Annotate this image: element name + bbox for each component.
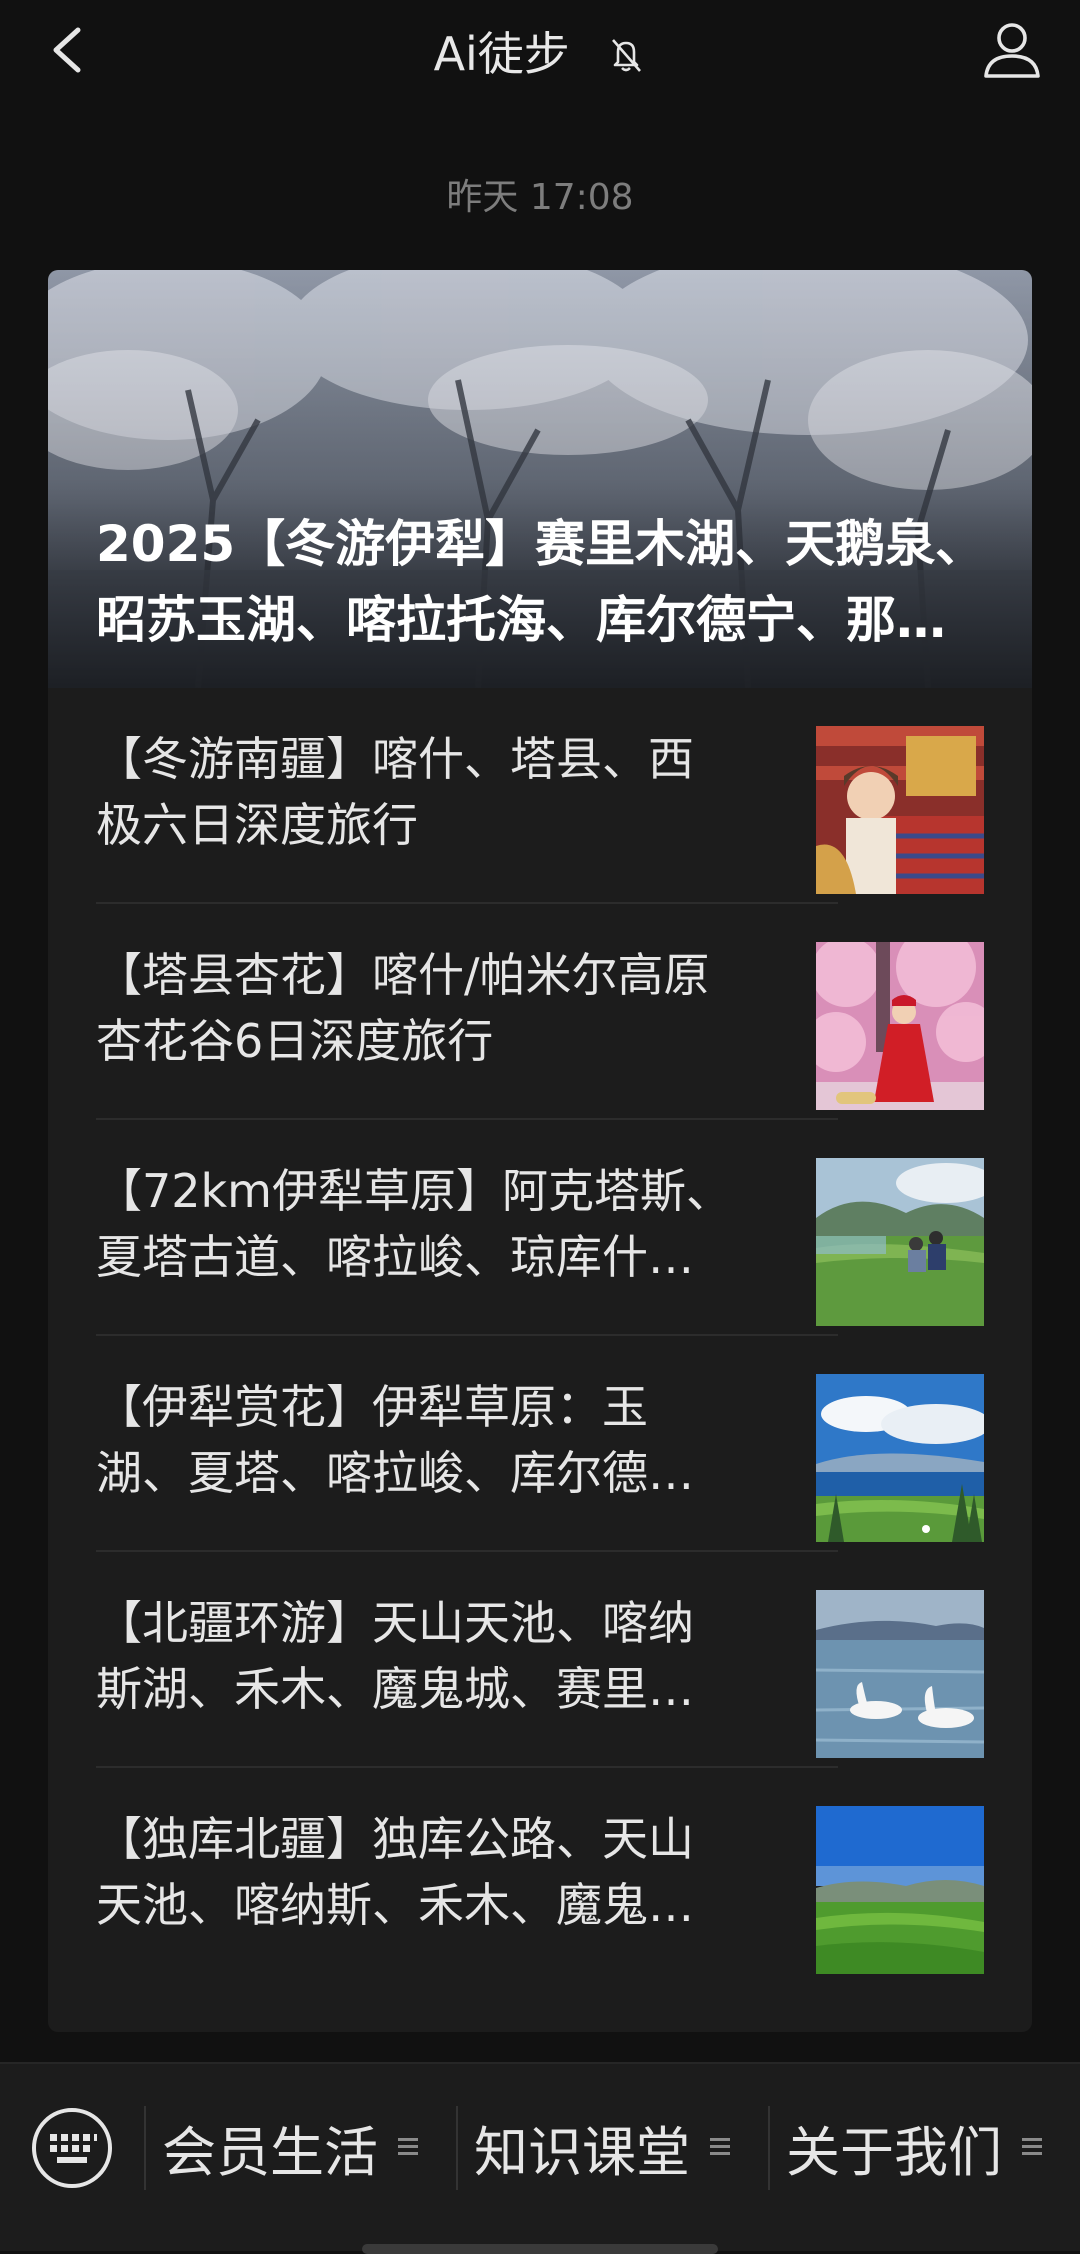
menu-separator [144, 2106, 146, 2190]
article-item-title[interactable]: 【塔县杏花】喀什/帕米尔高原杏花谷6日深度旅行 [96, 942, 736, 1074]
article-item-title[interactable]: 【72km伊犁草原】阿克塔斯、夏塔古道、喀拉峻、琼库什台等地徒步 [96, 1158, 736, 1290]
chat-title-wrap: Ai徒步 [0, 18, 1080, 84]
uyghur-girl-photo [816, 726, 984, 894]
menu-label[interactable]: 关于我们 [786, 2108, 1002, 2187]
profile-icon[interactable] [980, 18, 1044, 82]
menu-about-us[interactable]: 关于我们 [768, 2088, 1042, 2206]
article-item-title[interactable]: 【伊犁赏花】伊犁草原：玉湖、夏塔、喀拉峻、库尔德宁、那拉提 [96, 1374, 736, 1506]
article-list-item[interactable]: 【72km伊犁草原】阿克塔斯、夏塔古道、喀拉峻、琼库什台等地徒步 [48, 1120, 1032, 1336]
menu-separator [456, 2106, 458, 2190]
article-list-item[interactable]: 【冬游南疆】喀什、塔县、西极六日深度旅行 [48, 688, 1032, 904]
article-list-item[interactable]: 【独库北疆】独库公路、天山天池、喀纳斯、禾木、魔鬼城、赛里木湖 [48, 1768, 1032, 1984]
apricot-blossom-photo [816, 942, 984, 1110]
article-item-title[interactable]: 【独库北疆】独库公路、天山天池、喀纳斯、禾木、魔鬼城、赛里木湖 [96, 1806, 736, 1938]
home-indicator[interactable] [362, 2244, 718, 2254]
swans-lake-photo [816, 1590, 984, 1758]
article-list-item[interactable]: 【北疆环游】天山天池、喀纳斯湖、禾木、魔鬼城、赛里木湖 [48, 1552, 1032, 1768]
submenu-icon [1022, 2138, 1042, 2155]
article-list-item[interactable]: 【伊犁赏花】伊犁草原：玉湖、夏塔、喀拉峻、库尔德宁、那拉提 [48, 1336, 1032, 1552]
menu-member-life[interactable]: 会员生活 [144, 2088, 418, 2206]
keyboard-icon[interactable] [30, 2106, 114, 2190]
article-item-title[interactable]: 【北疆环游】天山天池、喀纳斯湖、禾木、魔鬼城、赛里木湖 [96, 1590, 736, 1722]
chat-title: Ai徒步 [433, 27, 570, 81]
bottom-menu-bar: 会员生活 知识课堂 关于我们 [0, 2062, 1080, 2251]
green-valley-photo [816, 1806, 984, 1974]
hero-article[interactable]: 2025【冬游伊犁】赛里木湖、天鹅泉、昭苏玉湖、喀拉托海、库尔德宁、那拉提雪原 [48, 270, 1032, 688]
submenu-icon [710, 2138, 730, 2155]
lake-mountains-photo [816, 1374, 984, 1542]
menu-separator [768, 2106, 770, 2190]
menu-label[interactable]: 会员生活 [162, 2108, 378, 2187]
article-item-title[interactable]: 【冬游南疆】喀什、塔县、西极六日深度旅行 [96, 726, 736, 858]
hero-article-title[interactable]: 2025【冬游伊犁】赛里木湖、天鹅泉、昭苏玉湖、喀拉托海、库尔德宁、那拉提雪原 [96, 506, 992, 658]
top-bar: Ai徒步 [0, 0, 1080, 100]
grassland-hikers-photo [816, 1158, 984, 1326]
menu-label[interactable]: 知识课堂 [474, 2108, 690, 2187]
menu-knowledge-class[interactable]: 知识课堂 [456, 2088, 730, 2206]
article-list-item[interactable]: 【塔县杏花】喀什/帕米尔高原杏花谷6日深度旅行 [48, 904, 1032, 1120]
mute-bell-icon [612, 39, 642, 72]
message-timestamp: 昨天 17:08 [446, 177, 634, 218]
article-card[interactable]: 2025【冬游伊犁】赛里木湖、天鹅泉、昭苏玉湖、喀拉托海、库尔德宁、那拉提雪原 … [48, 270, 1032, 2032]
submenu-icon [398, 2138, 418, 2155]
